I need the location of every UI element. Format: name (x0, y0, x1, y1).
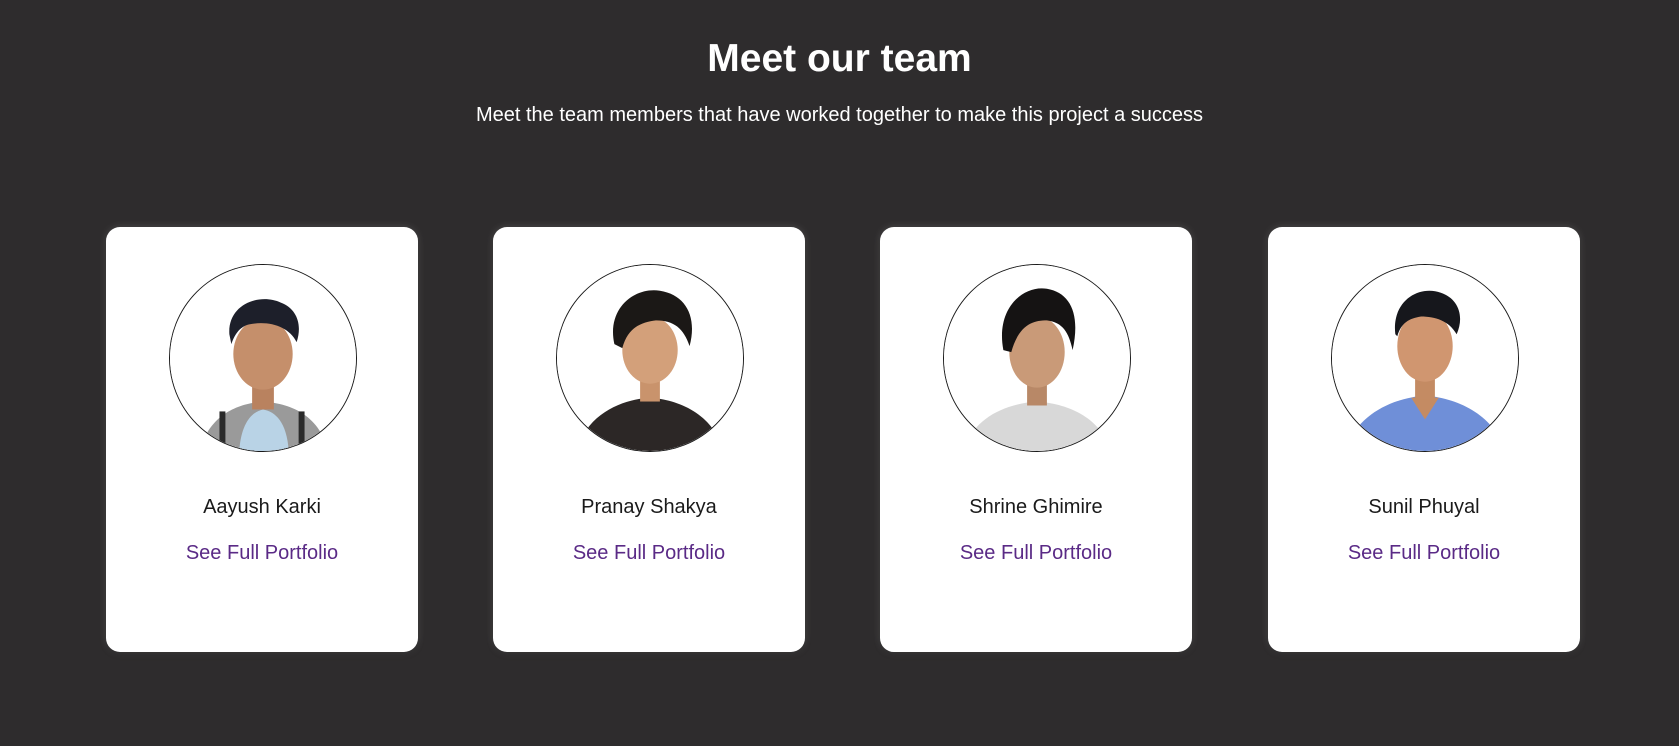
team-card-shrine-ghimire: Shrine Ghimire See Full Portfolio (880, 227, 1192, 652)
avatar-photo (169, 264, 357, 452)
page-subtitle: Meet the team members that have worked t… (475, 104, 1203, 126)
avatar-image (170, 265, 356, 451)
team-card-aayush-karki: Aayush Karki See Full Portfolio (106, 227, 418, 652)
member-name: Shrine Ghimire (969, 496, 1103, 518)
team-card-pranay-shakya: Pranay Shakya See Full Portfolio (493, 227, 805, 652)
avatar-photo (1331, 264, 1519, 452)
page-title: Meet our team (707, 37, 972, 80)
member-name: Pranay Shakya (581, 496, 717, 518)
portfolio-link[interactable]: See Full Portfolio (1268, 541, 1580, 565)
member-name: Aayush Karki (203, 496, 321, 518)
team-page: Meet our team Meet the team members that… (0, 0, 1679, 746)
portfolio-link[interactable]: See Full Portfolio (106, 541, 418, 565)
team-cards: Aayush Karki See Full Portfolio Pranay S… (106, 227, 1580, 652)
avatar-image (944, 265, 1130, 451)
team-card-sunil-phuyal: Sunil Phuyal See Full Portfolio (1268, 227, 1580, 652)
portfolio-link[interactable]: See Full Portfolio (493, 541, 805, 565)
portfolio-link[interactable]: See Full Portfolio (880, 541, 1192, 565)
avatar-image (557, 265, 743, 451)
avatar-image (1332, 265, 1518, 451)
member-name: Sunil Phuyal (1368, 496, 1480, 518)
avatar-photo (943, 264, 1131, 452)
avatar-photo (556, 264, 744, 452)
